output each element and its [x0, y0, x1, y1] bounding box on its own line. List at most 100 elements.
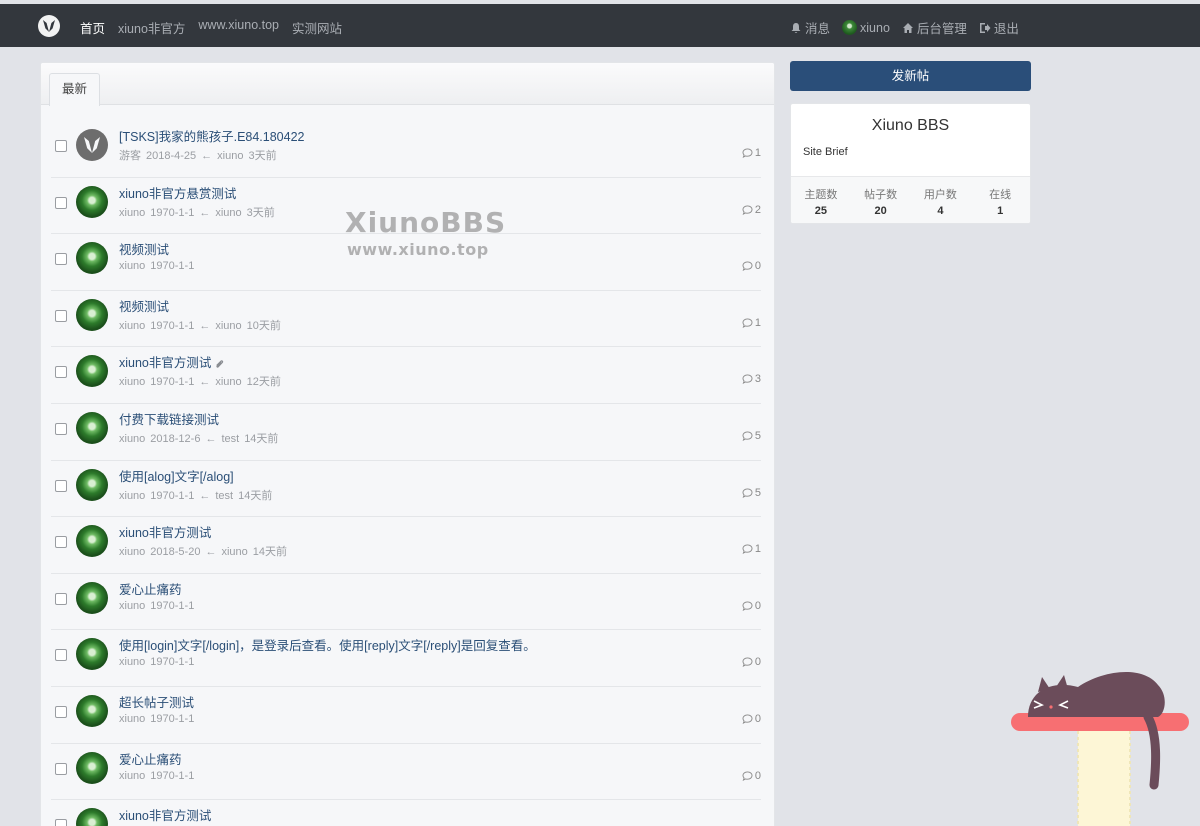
thread-subject-link[interactable]: 使用[login]文字[/login]，是登录后查看。使用[reply]文字[/…: [119, 635, 536, 654]
thread-author[interactable]: xiuno: [119, 320, 145, 332]
thread-subject-link[interactable]: 视频测试: [119, 296, 169, 315]
thread-select-checkbox[interactable]: [55, 366, 67, 379]
thread-subject-link[interactable]: xiuno非官方悬赏测试: [119, 183, 236, 202]
thread-author[interactable]: 游客: [119, 150, 141, 162]
nav-link-xiuno-top[interactable]: www.xiuno.top: [198, 18, 279, 37]
thread-select-checkbox[interactable]: [55, 479, 67, 492]
stat-threads: 主题数 25: [791, 177, 851, 223]
author-avatar[interactable]: [76, 411, 108, 444]
site-logo-icon[interactable]: [38, 15, 60, 37]
thread-select-checkbox[interactable]: [55, 422, 67, 435]
nav-link-xiuno-unofficial[interactable]: xiuno非官方: [118, 18, 185, 37]
author-avatar[interactable]: [76, 581, 108, 614]
thread-subject-link[interactable]: [TSKS]我家的熊孩子.E84.180422: [119, 126, 305, 145]
thread-select-checkbox[interactable]: [55, 762, 67, 775]
nav-messages-link[interactable]: 消息: [790, 18, 830, 37]
author-avatar[interactable]: [76, 751, 108, 784]
thread-row[interactable]: 爱心止痛药 xiuno 1970-1-1 0: [51, 744, 761, 801]
comment-icon: [742, 714, 753, 724]
thread-row[interactable]: xiuno非官方测试 xiuno 2018-5-20 ← xiuno 14天前 1: [51, 517, 761, 574]
thread-subject-link[interactable]: 爱心止痛药: [119, 749, 182, 768]
thread-subject-link[interactable]: xiuno非官方测试: [119, 805, 211, 824]
thread-row[interactable]: [TSKS]我家的熊孩子.E84.180422 游客 2018-4-25 ← xiun…: [51, 121, 761, 178]
thread-row[interactable]: 视频测试 xiuno 1970-1-1 ← xiuno 10天前 1: [51, 291, 761, 348]
thread-last-user[interactable]: xiuno: [217, 150, 243, 162]
thread-row[interactable]: xiuno非官方测试 xiuno 1970-1-1 ← xiuno 12天前 3: [51, 347, 761, 404]
thread-author[interactable]: xiuno: [119, 713, 145, 725]
thread-author[interactable]: xiuno: [119, 260, 145, 272]
thread-subject[interactable]: 视频测试: [119, 243, 169, 257]
thread-subject[interactable]: xiuno非官方测试: [119, 526, 211, 540]
thread-author[interactable]: xiuno: [119, 656, 145, 668]
thread-row[interactable]: 爱心止痛药 xiuno 1970-1-1 0: [51, 574, 761, 631]
thread-subject[interactable]: 付费下载链接测试: [119, 413, 219, 427]
thread-last-user[interactable]: test: [221, 433, 239, 445]
thread-row[interactable]: 使用[alog]文字[/alog] xiuno 1970-1-1 ← test 14天前…: [51, 461, 761, 518]
author-avatar[interactable]: [76, 298, 108, 331]
thread-subject-link[interactable]: 超长帖子测试: [119, 692, 194, 711]
thread-select-checkbox[interactable]: [55, 536, 67, 549]
thread-select-checkbox[interactable]: [55, 309, 67, 322]
thread-subject[interactable]: xiuno非官方测试: [119, 809, 211, 823]
thread-last-user[interactable]: test: [215, 490, 233, 502]
nav-logout-link[interactable]: 退出: [979, 18, 1019, 37]
author-avatar[interactable]: [76, 525, 108, 558]
thread-author[interactable]: xiuno: [119, 770, 145, 782]
thread-subject-link[interactable]: xiuno非官方测试: [119, 522, 211, 541]
author-avatar[interactable]: [76, 185, 108, 218]
thread-subject[interactable]: 爱心止痛药: [119, 583, 182, 597]
thread-last-user[interactable]: xiuno: [215, 207, 241, 219]
reply-count-value: 0: [754, 769, 761, 782]
thread-select-checkbox[interactable]: [55, 253, 67, 266]
thread-subject[interactable]: xiuno非官方悬赏测试: [119, 187, 236, 201]
author-avatar[interactable]: [76, 638, 108, 671]
author-avatar[interactable]: [76, 129, 108, 161]
site-brief: Site Brief: [803, 146, 848, 158]
thread-row[interactable]: 使用[login]文字[/login]，是登录后查看。使用[reply]文字[/…: [51, 630, 761, 687]
thread-subject[interactable]: xiuno非官方测试: [119, 356, 211, 370]
thread-last-user[interactable]: xiuno: [215, 320, 241, 332]
thread-author[interactable]: xiuno: [119, 207, 145, 219]
author-avatar[interactable]: [76, 242, 108, 275]
new-thread-button[interactable]: 发新帖: [790, 61, 1031, 91]
thread-author[interactable]: xiuno: [119, 600, 145, 612]
thread-author[interactable]: xiuno: [119, 490, 145, 502]
thread-subject-link[interactable]: 付费下载链接测试: [119, 409, 219, 428]
thread-last-user[interactable]: xiuno: [221, 546, 247, 558]
thread-author[interactable]: xiuno: [119, 433, 145, 445]
thread-subject-link[interactable]: xiuno非官方测试: [119, 352, 225, 371]
thread-subject[interactable]: 超长帖子测试: [119, 696, 194, 710]
thread-last-time: 14天前: [252, 546, 287, 559]
thread-author[interactable]: xiuno: [119, 546, 145, 558]
author-avatar[interactable]: [76, 694, 108, 727]
thread-subject[interactable]: 视频测试: [119, 300, 169, 314]
thread-subject-link[interactable]: 使用[alog]文字[/alog]: [119, 466, 234, 485]
thread-select-checkbox[interactable]: [55, 592, 67, 605]
thread-select-checkbox[interactable]: [55, 140, 67, 152]
nav-home-link[interactable]: 首页: [80, 18, 105, 37]
reply-count: 0: [742, 260, 761, 272]
author-avatar[interactable]: [76, 468, 108, 501]
thread-select-checkbox[interactable]: [55, 649, 67, 662]
author-avatar[interactable]: [76, 808, 108, 826]
thread-select-checkbox[interactable]: [55, 819, 67, 826]
thread-row[interactable]: xiuno非官方测试: [51, 800, 761, 826]
author-avatar[interactable]: [76, 355, 108, 388]
thread-subject[interactable]: [TSKS]我家的熊孩子.E84.180422: [119, 130, 305, 144]
thread-subject[interactable]: 使用[alog]文字[/alog]: [119, 470, 234, 484]
thread-subject-link[interactable]: 爱心止痛药: [119, 579, 182, 598]
thread-select-checkbox[interactable]: [55, 705, 67, 718]
thread-subject[interactable]: 爱心止痛药: [119, 753, 182, 767]
nav-link-test-site[interactable]: 实测网站: [292, 18, 342, 37]
stat-label: 用户数: [923, 189, 957, 201]
thread-row[interactable]: 超长帖子测试 xiuno 1970-1-1 0: [51, 687, 761, 744]
nav-user-link[interactable]: xiuno: [842, 20, 890, 35]
thread-subject[interactable]: 使用[login]文字[/login]，是登录后查看。使用[reply]文字[/…: [119, 639, 536, 653]
thread-subject-link[interactable]: 视频测试: [119, 239, 169, 258]
thread-select-checkbox[interactable]: [55, 196, 67, 209]
thread-row[interactable]: 付费下载链接测试 xiuno 2018-12-6 ← test 14天前 5: [51, 404, 761, 461]
thread-last-user[interactable]: xiuno: [215, 376, 241, 388]
thread-author[interactable]: xiuno: [119, 376, 145, 388]
tab-latest[interactable]: 最新: [49, 73, 100, 106]
nav-admin-link[interactable]: 后台管理: [902, 18, 967, 37]
